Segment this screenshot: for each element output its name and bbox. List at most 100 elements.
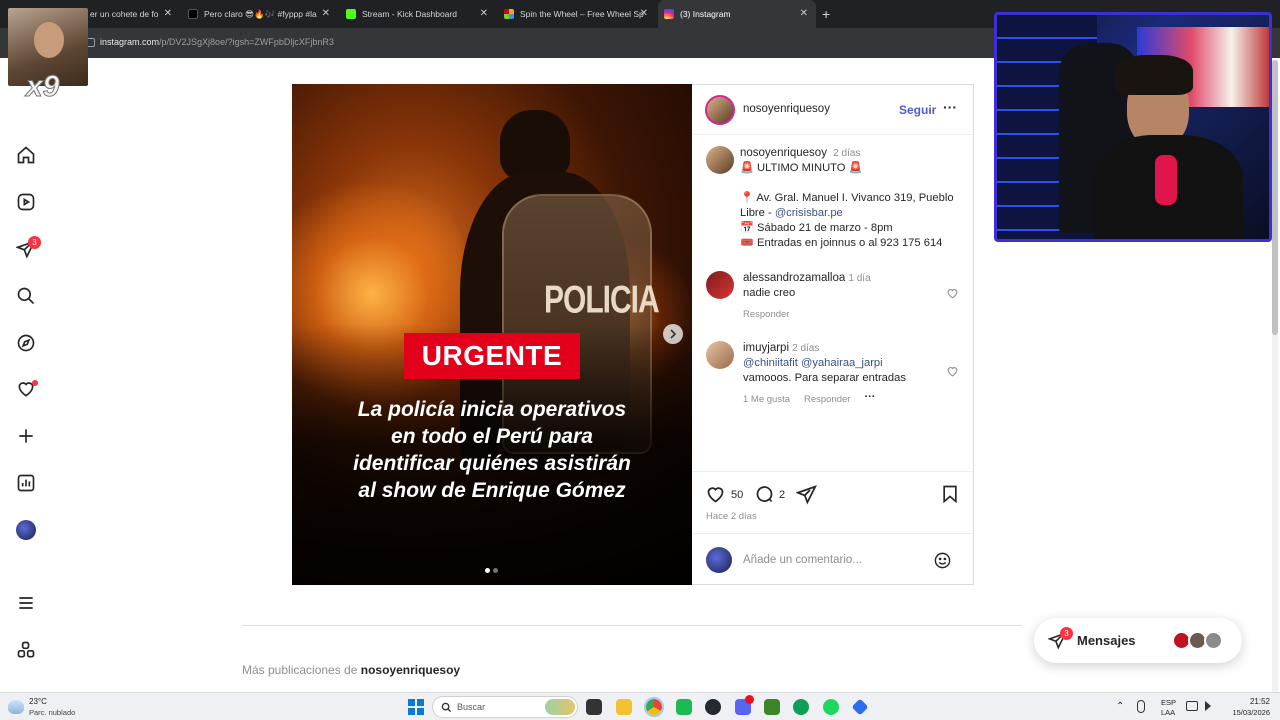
browser-tab[interactable]: Pero claro 😎🔥🎶 #fyppp #la ✕ [182, 0, 338, 28]
taskbar-search[interactable]: Buscar [432, 696, 578, 718]
comment-mentions[interactable]: @chiniitafit @yahairaa_jarpi [743, 356, 943, 371]
chrome-icon[interactable] [644, 697, 664, 717]
post-header: nosoyenriquesoy Seguir ··· [692, 85, 973, 135]
close-icon[interactable]: ✕ [800, 8, 808, 19]
avatar[interactable] [706, 341, 734, 369]
tiktok-icon [188, 9, 198, 19]
avatar[interactable] [706, 271, 734, 299]
post-author-username[interactable]: nosoyenriquesoy [743, 103, 830, 115]
image-caption: La policía inicia operativos en todo el … [292, 396, 692, 504]
file-explorer-icon[interactable] [616, 699, 632, 715]
avatar[interactable] [706, 146, 734, 174]
caption-time: 2 días [833, 148, 861, 159]
divider [692, 533, 973, 534]
browser-tab[interactable]: Spin the Wheel – Free Wheel Sp ✕ [498, 0, 656, 28]
post-options-button[interactable]: ··· [943, 99, 957, 115]
messages-badge: 3 [1060, 627, 1073, 640]
save-button[interactable] [940, 484, 960, 509]
reply-button[interactable]: Responder [743, 307, 943, 322]
tab-title: (3) Instagram [680, 9, 731, 19]
close-icon[interactable]: ✕ [640, 8, 648, 19]
os-taskbar: 23°C Parc. nublado Buscar ⌃ ESP LAA 21:5… [0, 692, 1280, 720]
xbox-icon[interactable] [793, 699, 809, 715]
close-icon[interactable]: ✕ [480, 8, 488, 19]
clock-time[interactable]: 21:52 [1226, 697, 1270, 706]
microphone-icon[interactable] [1137, 700, 1145, 713]
scrollbar-track[interactable] [1272, 60, 1278, 692]
like-comment-button[interactable] [946, 287, 959, 305]
app-icon[interactable] [676, 699, 692, 715]
comment-button[interactable] [754, 484, 775, 510]
scrollbar-thumb[interactable] [1272, 60, 1278, 335]
share-button[interactable] [795, 484, 817, 510]
also-from-meta-icon[interactable] [15, 639, 37, 661]
comment-username[interactable]: imuyjarpi [743, 342, 789, 354]
search-icon [441, 702, 452, 713]
more-icon[interactable] [15, 592, 37, 614]
avatar[interactable] [705, 95, 735, 125]
task-view-icon[interactable] [586, 699, 602, 715]
volume-icon[interactable] [1205, 701, 1216, 711]
image-caption-line: en todo el Perú para [391, 425, 593, 448]
comment-likes[interactable]: 1 Me gusta [743, 392, 790, 407]
notification-dot [32, 380, 38, 386]
emoji-icon [934, 552, 951, 569]
windows-start-icon[interactable] [408, 699, 424, 715]
browser-tab[interactable]: er un cohete de fo ✕ [84, 0, 180, 28]
search-icon[interactable] [15, 285, 37, 307]
tab-title: er un cohete de fo [90, 9, 159, 19]
next-slide-button[interactable] [663, 324, 683, 344]
clock-date[interactable]: 15/03/2026 [1222, 708, 1270, 717]
more-posts-username[interactable]: nosoyenriquesoy [361, 663, 460, 677]
reply-button[interactable]: Responder [804, 392, 850, 407]
caption-line: 📅 Sábado 21 de marzo - 8pm [740, 222, 893, 234]
profile-icon[interactable] [15, 519, 37, 541]
heart-icon [707, 487, 724, 503]
post-caption: nosoyenriquesoy 2 días 🚨 ULTIMO MINUTO 🚨… [740, 146, 965, 251]
github-icon[interactable] [705, 699, 721, 715]
close-icon[interactable]: ✕ [322, 8, 330, 19]
create-icon[interactable] [15, 425, 37, 447]
like-button[interactable] [705, 484, 726, 510]
more-posts-prefix: Más publicaciones de [242, 663, 361, 677]
comment: imuyjarpi 2 días @chiniitafit @yahairaa_… [743, 341, 943, 407]
dashboard-icon[interactable] [15, 472, 37, 494]
language-code[interactable]: ESP [1161, 698, 1176, 707]
url-field[interactable]: instagram.com/p/DV2JSgXj8oe/?igsh=ZWFpbD… [100, 37, 334, 47]
messages-label: Mensajes [1077, 633, 1136, 648]
post-image[interactable]: POLICIA URGENTE La policía inicia operat… [292, 84, 692, 585]
like-comment-button[interactable] [946, 365, 959, 383]
caption-text: Libre - [740, 207, 775, 219]
browser-tab-active[interactable]: (3) Instagram ✕ [658, 0, 816, 28]
explore-icon[interactable] [15, 332, 37, 354]
weather-icon[interactable] [8, 700, 24, 714]
more-posts-heading: Más publicaciones de nosoyenriquesoy [242, 663, 460, 677]
spotify-icon[interactable] [823, 699, 839, 715]
chevron-up-icon[interactable]: ⌃ [1116, 701, 1124, 712]
keyboard-layout[interactable]: LAA [1161, 708, 1175, 717]
reels-icon[interactable] [15, 191, 37, 213]
new-tab-button[interactable]: + [822, 6, 830, 22]
url-path: /p/DV2JSgXj8oe/?igsh=ZWFpbDljcXFjbnR3 [159, 37, 334, 47]
home-icon[interactable] [15, 144, 37, 166]
comment-input[interactable]: Añade un comentario... [743, 554, 862, 566]
tab-title: Spin the Wheel – Free Wheel Sp [520, 9, 644, 19]
browser-tab[interactable]: Stream - Kick Dashboard ✕ [340, 0, 496, 28]
display-icon[interactable] [1186, 701, 1198, 711]
app-icon[interactable] [851, 698, 869, 716]
avatar [1204, 631, 1223, 650]
follow-button[interactable]: Seguir [899, 103, 936, 117]
comment-options-button[interactable]: ··· [864, 392, 875, 407]
divider [692, 471, 973, 472]
mention-link[interactable]: @crisisbar.pe [775, 207, 843, 219]
close-icon[interactable]: ✕ [164, 8, 172, 19]
instagram-icon [664, 9, 674, 19]
minecraft-icon[interactable] [764, 699, 780, 715]
caption-username[interactable]: nosoyenriquesoy [740, 147, 827, 159]
post-timestamp: Hace 2 días [706, 511, 757, 522]
chevron-right-icon [670, 329, 677, 339]
messages-button[interactable]: 3 Mensajes [1034, 618, 1242, 663]
comment-count: 2 [779, 489, 786, 501]
emoji-button[interactable] [933, 551, 952, 575]
comment-username[interactable]: alessandrozamalloa [743, 272, 845, 284]
